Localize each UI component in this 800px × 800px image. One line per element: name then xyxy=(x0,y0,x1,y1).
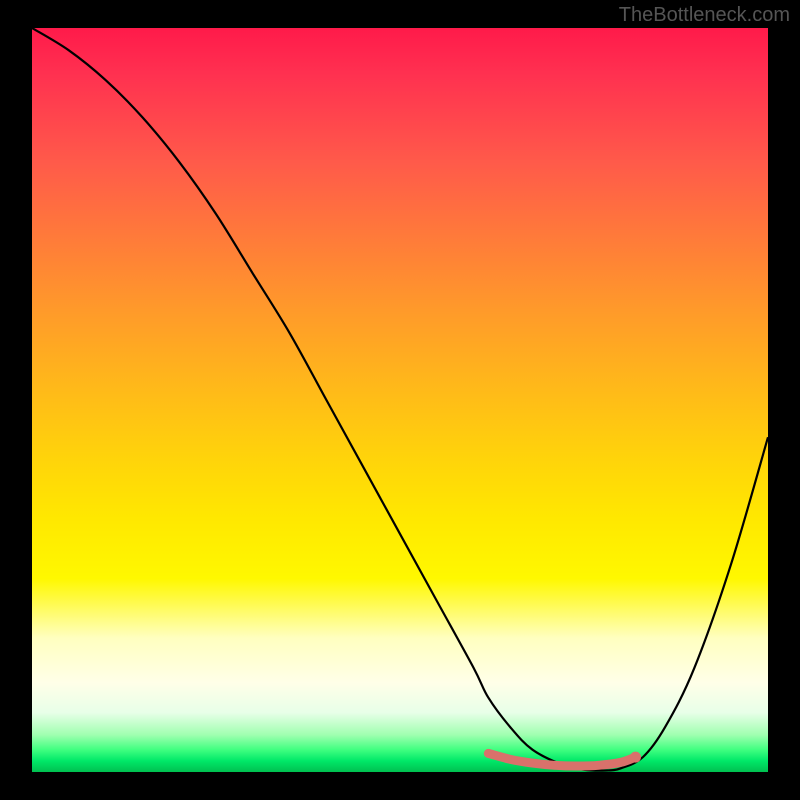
bottleneck-curve-line xyxy=(32,28,768,771)
chart-plot-area xyxy=(32,28,768,772)
watermark-text: TheBottleneck.com xyxy=(619,4,790,27)
optimal-zone-end-dot xyxy=(630,752,641,763)
optimal-zone-highlight xyxy=(488,753,635,766)
chart-svg xyxy=(32,28,768,772)
